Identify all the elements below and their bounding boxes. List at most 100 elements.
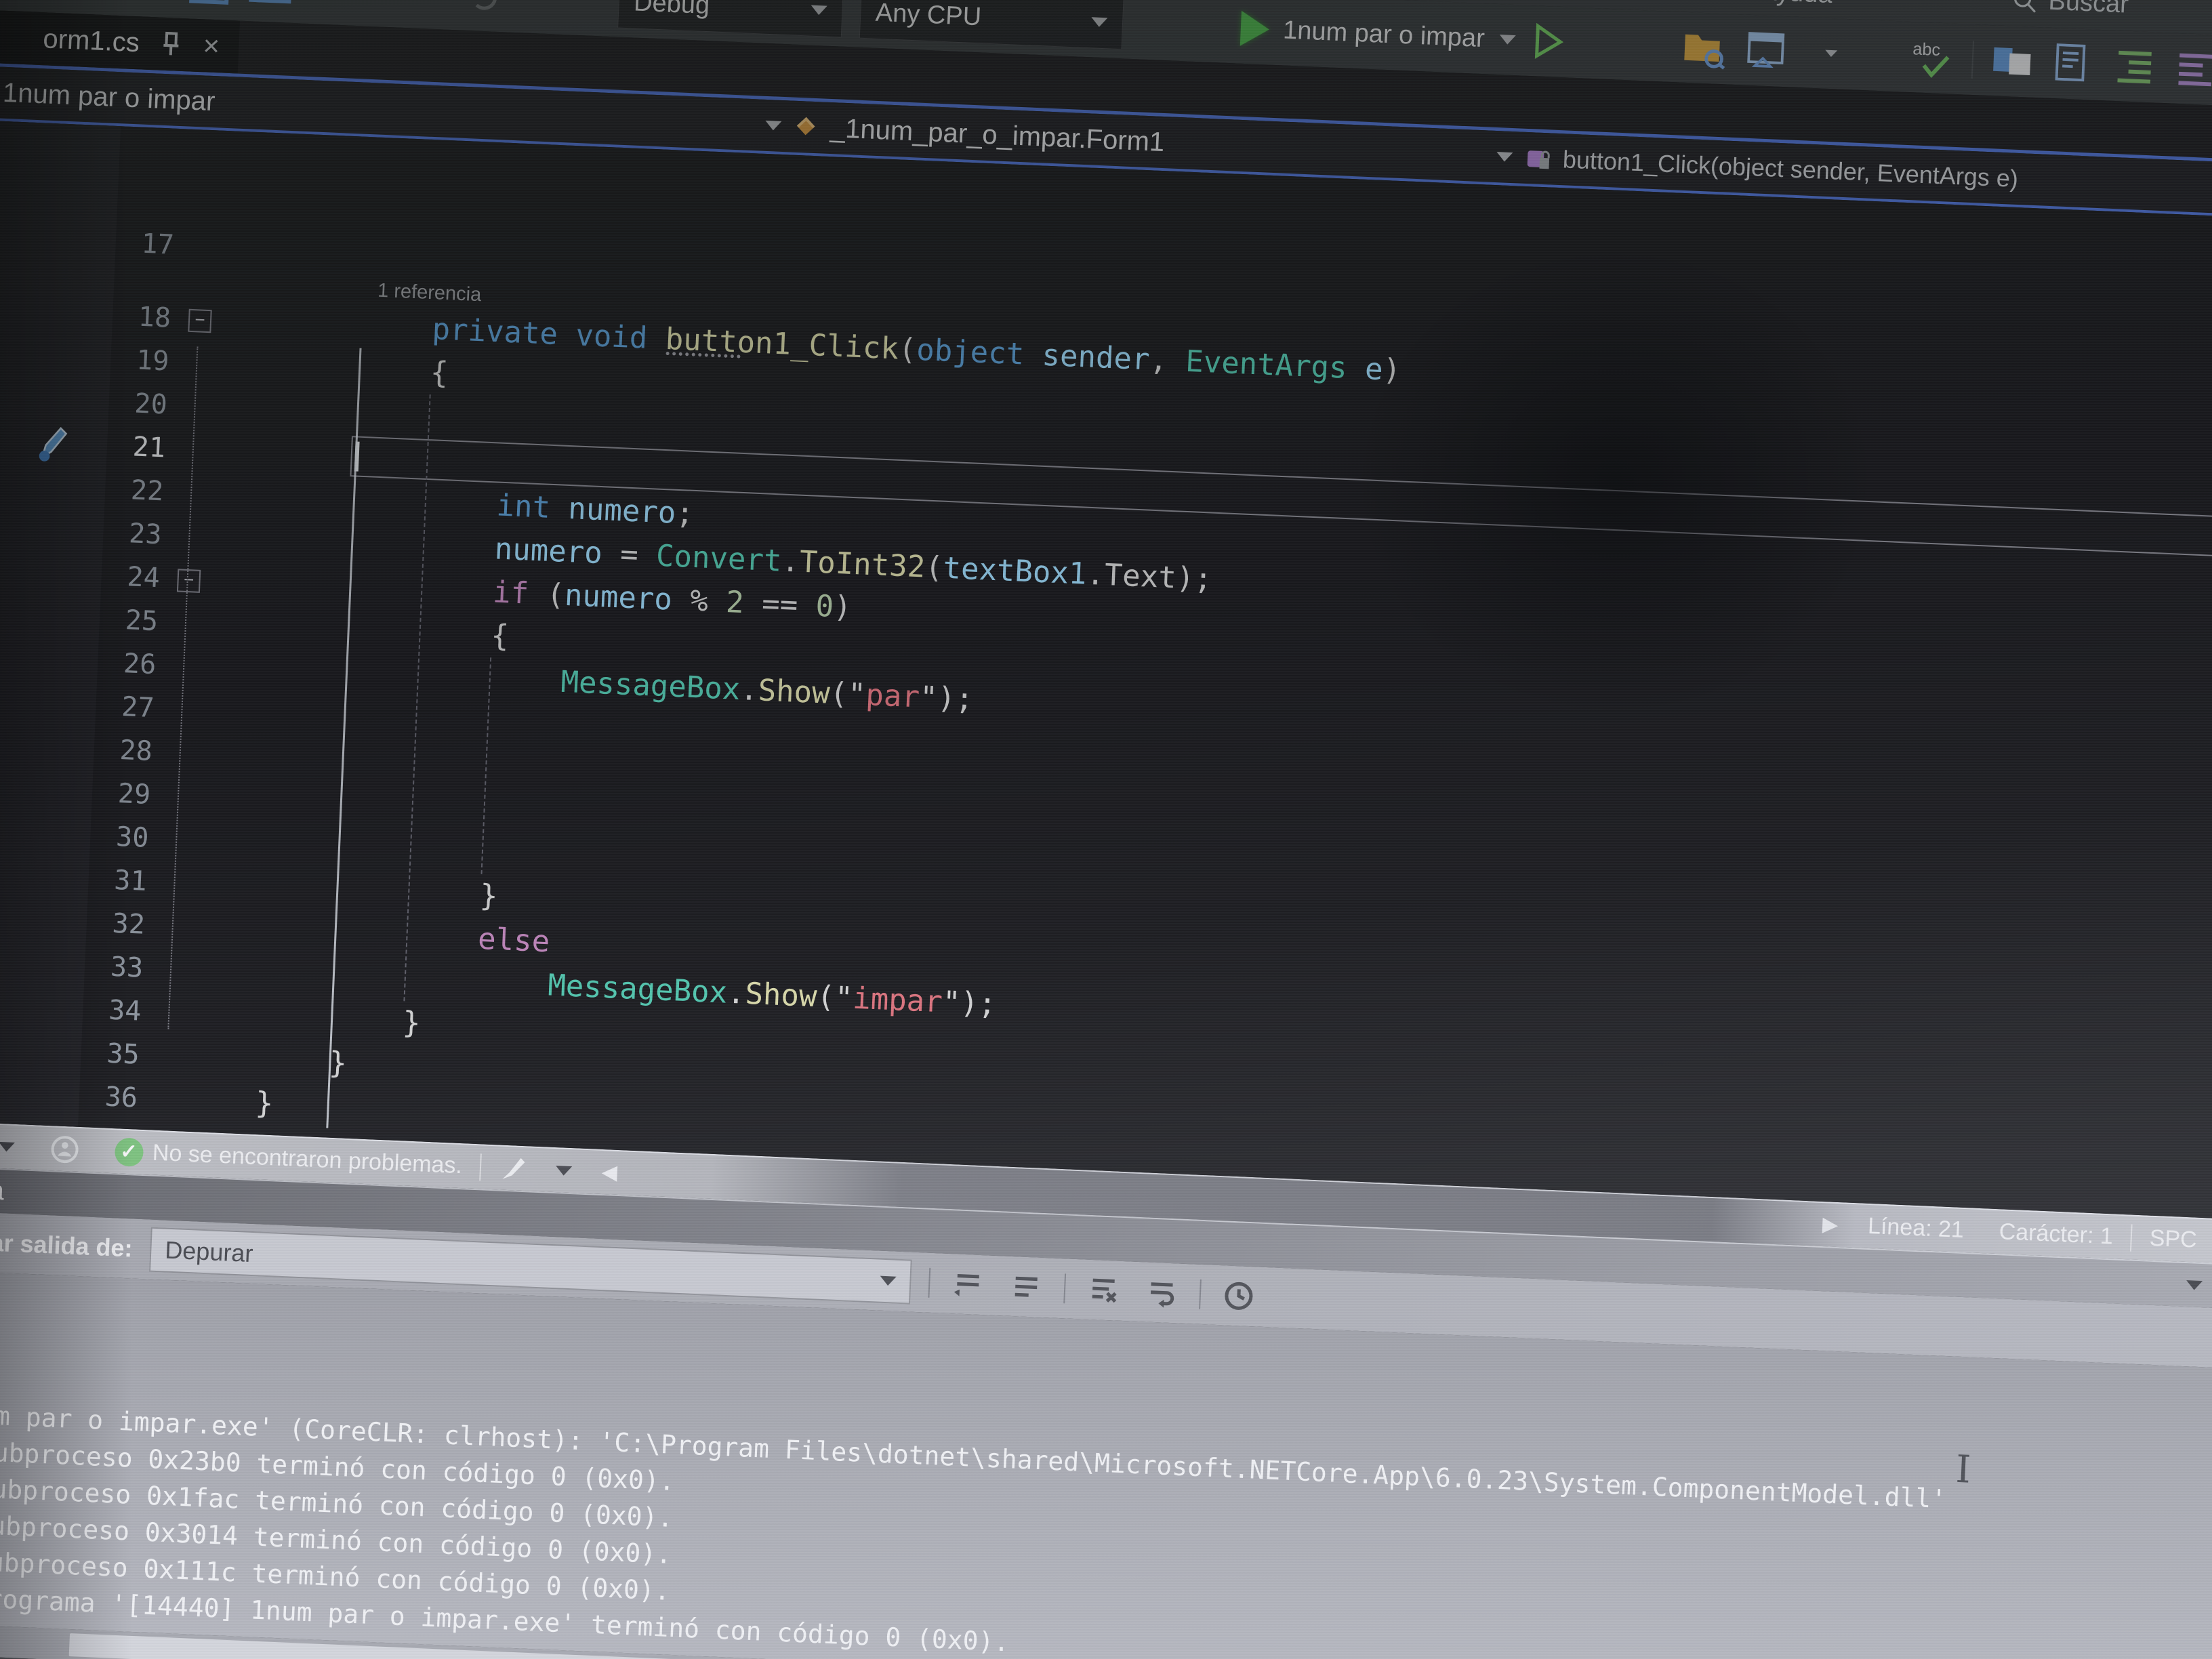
chevron-down-icon: [1825, 50, 1837, 58]
code-token: Convert: [655, 539, 782, 579]
output-source-value: Depurar: [165, 1235, 254, 1268]
next-message-icon[interactable]: [1005, 1265, 1048, 1308]
configuration-combo[interactable]: Debug: [617, 0, 844, 38]
menu-item-ventana[interactable]: Ventana: [1615, 0, 1711, 4]
format-document-icon[interactable]: [2051, 37, 2096, 91]
line-number: 22: [104, 468, 174, 514]
feedback-icon[interactable]: [31, 1133, 98, 1166]
decrease-indent-icon[interactable]: [2173, 43, 2212, 96]
chevron-down-icon: [765, 121, 782, 131]
line-number: 24: [100, 554, 170, 600]
fold-collapse-box[interactable]: −: [188, 309, 211, 333]
line-number: 29: [91, 771, 161, 817]
status-column[interactable]: Carácter: 1: [1981, 1218, 2131, 1250]
code-cleanup-button[interactable]: [480, 1152, 590, 1187]
chevron-down-icon: [1499, 35, 1516, 45]
autoscroll-clock-icon[interactable]: [1218, 1275, 1261, 1317]
paste-icon[interactable]: [65, 0, 110, 5]
code-token: numero: [564, 578, 673, 617]
code-token: (": [830, 676, 867, 712]
code-token: ");: [942, 985, 998, 1021]
code-token: MessageBox: [560, 665, 741, 707]
save-all-icon[interactable]: [248, 0, 293, 14]
type-name: _1num_par_o_impar.Form1: [830, 113, 1165, 158]
chevron-down-icon[interactable]: [2186, 1280, 2203, 1290]
comment-lines-icon[interactable]: [1990, 35, 2035, 88]
code-token: void: [575, 318, 648, 355]
spell-check-icon[interactable]: abc: [1910, 31, 1955, 85]
code-token: sender: [1042, 338, 1151, 377]
save-icon[interactable]: [187, 0, 232, 11]
scroll-right-arrow[interactable]: ▶: [1809, 1212, 1851, 1237]
start-without-debug-button[interactable]: [1525, 15, 1571, 68]
line-number: 33: [84, 944, 154, 990]
play-icon: [1240, 11, 1270, 47]
clear-output-icon[interactable]: [1082, 1269, 1125, 1311]
spaces-value: SPC: [2149, 1225, 2198, 1254]
open-folder-icon[interactable]: [126, 0, 171, 8]
code-token: (": [816, 979, 853, 1015]
search-label: Buscar: [2048, 0, 2129, 20]
search-control[interactable]: Buscar: [2011, 0, 2129, 20]
code-token: ");: [919, 680, 975, 716]
toolbar-separator: [1971, 41, 1974, 79]
code-token: =: [602, 536, 657, 573]
pin-icon[interactable]: [159, 30, 184, 58]
code-token: }: [479, 878, 499, 914]
code-token: ,: [1149, 342, 1186, 378]
code-token: 2: [725, 585, 745, 620]
code-token: EventArgs: [1185, 344, 1347, 386]
solution-explorer-icon[interactable]: [1744, 24, 1791, 78]
project-dropdown[interactable]: 1num par o impar: [0, 65, 216, 127]
code-token: ): [833, 590, 853, 625]
status-spaces[interactable]: SPC: [2131, 1225, 2212, 1254]
code-token: [557, 317, 577, 352]
scroll-left-arrow[interactable]: ◀: [589, 1160, 630, 1185]
code-token: private: [432, 312, 558, 352]
line-number: 31: [87, 857, 157, 903]
zoom-control[interactable]: 90 %: [0, 1129, 33, 1161]
show-output-from-label: Mostrar salida de:: [0, 1225, 133, 1263]
code-token: textBox1: [943, 551, 1088, 592]
platform-combo[interactable]: Any CPU: [859, 0, 1124, 49]
word-wrap-icon[interactable]: [1141, 1271, 1183, 1314]
code-token: (: [898, 332, 918, 367]
status-line[interactable]: Línea: 21: [1849, 1212, 1982, 1244]
code-area[interactable]: 1 referenciaprivate void button1_Click(o…: [186, 131, 2212, 1221]
menu-item-ayuda[interactable]: Ayuda: [1759, 0, 1833, 9]
code-token: ;: [675, 496, 695, 531]
column-value: Carácter: 1: [1999, 1218, 2114, 1250]
code-token: [1347, 351, 1366, 386]
find-in-files-icon[interactable]: [1681, 22, 1729, 75]
undo-icon[interactable]: [462, 0, 507, 22]
start-debug-button[interactable]: 1num par o impar: [1247, 3, 1510, 65]
svg-text:abc: abc: [1912, 39, 1941, 60]
code-token: else: [477, 922, 550, 959]
line-number: 32: [86, 901, 156, 947]
line-number: 19: [110, 337, 180, 384]
code-token: Show: [744, 977, 817, 1014]
code-token: par: [865, 678, 920, 714]
chevron-down-icon: [880, 1275, 897, 1286]
line-number: 25: [99, 598, 169, 644]
divider: [928, 1267, 931, 1297]
code-token: .: [739, 672, 759, 708]
line-number: 27: [95, 684, 165, 730]
close-icon[interactable]: ×: [203, 31, 220, 60]
code-editor[interactable]: 1718192021222324252627282930313233343536…: [0, 119, 2212, 1221]
line-number: 18: [112, 294, 182, 340]
code-token: [550, 491, 569, 526]
increase-indent-icon[interactable]: [2112, 40, 2157, 94]
code-token: (: [924, 550, 944, 586]
line-number: 34: [82, 987, 152, 1033]
fold-collapse-box[interactable]: −: [177, 569, 201, 592]
code-token: button1_Click: [665, 322, 899, 367]
code-token: {: [490, 618, 510, 653]
prev-message-icon[interactable]: [947, 1263, 989, 1305]
photo-of-screen: AnalizarHerramientasExtensionesVentanaAy…: [0, 0, 2212, 1659]
problems-text: No se encontraron problemas.: [152, 1140, 463, 1180]
divider: [1199, 1279, 1202, 1309]
line-number: 17: [115, 221, 184, 267]
configuration-value: Debug: [633, 0, 710, 20]
mouse-ibeam-cursor: I: [1955, 1451, 1971, 1488]
